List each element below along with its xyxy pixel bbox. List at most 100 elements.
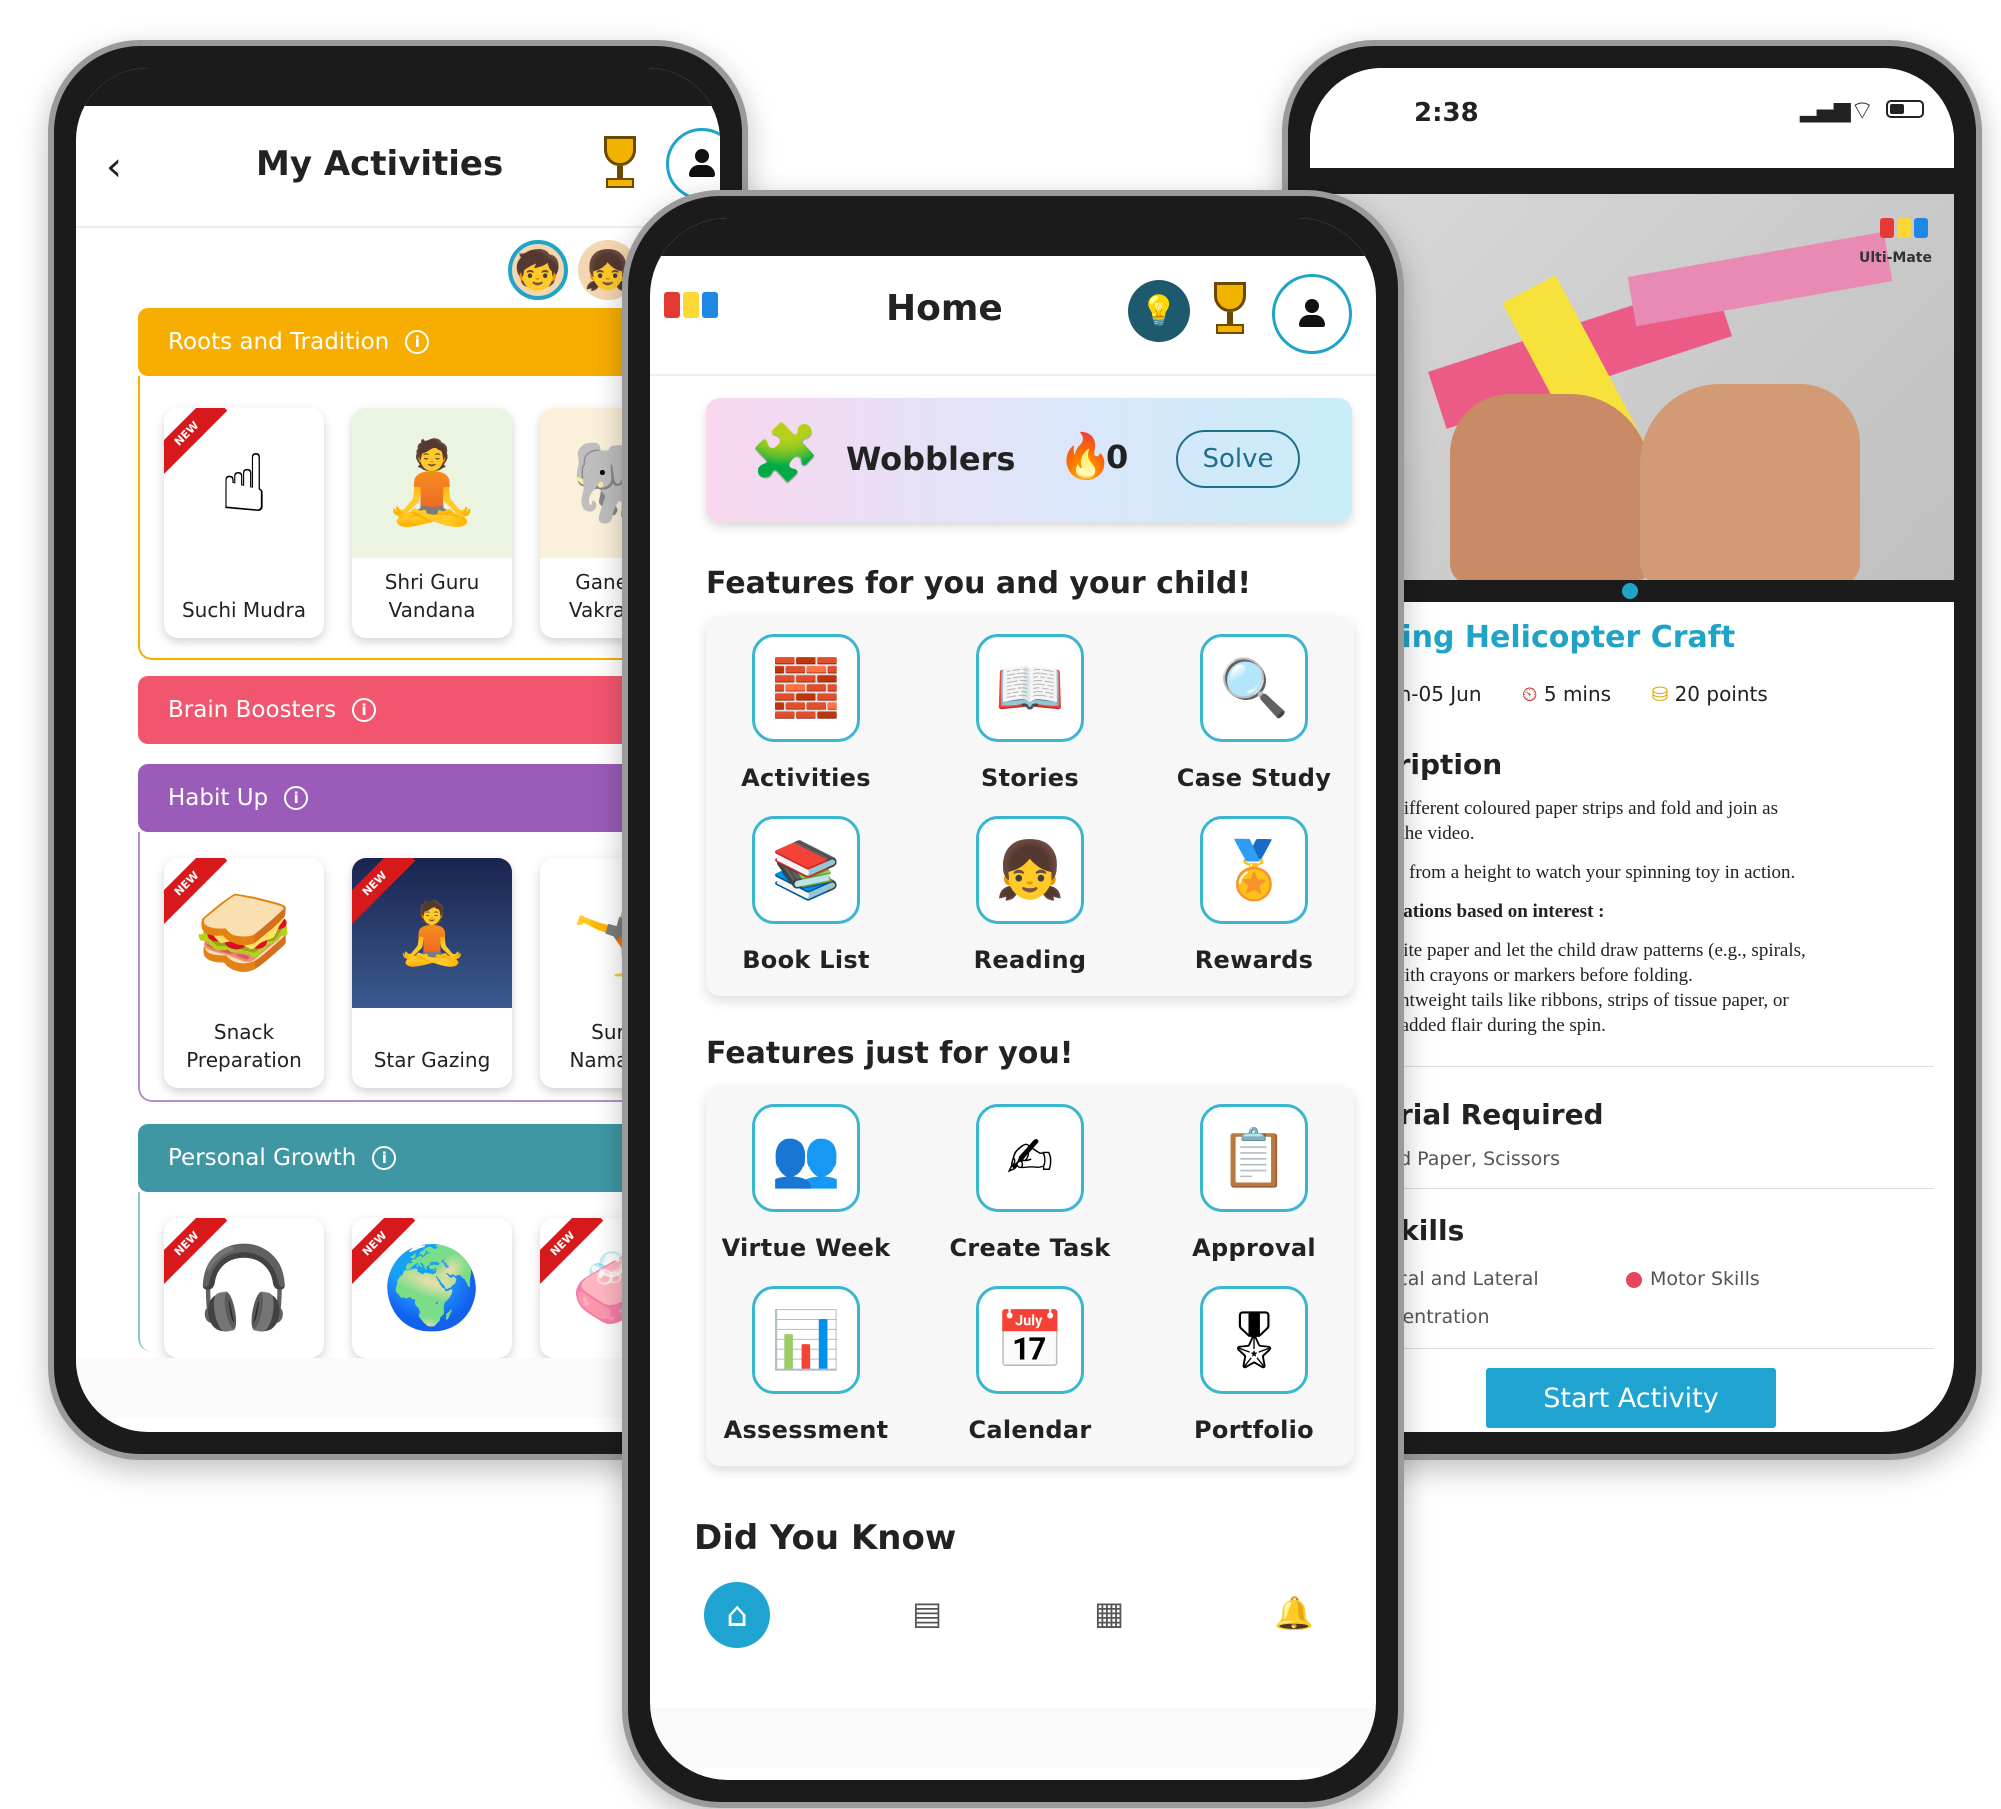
activity-card[interactable]: 🌍 NEW — [352, 1218, 512, 1358]
wobblers-title: Wobblers — [846, 440, 1016, 478]
material-heading: erial Required — [1380, 1098, 1604, 1131]
info-icon[interactable]: i — [405, 330, 430, 354]
section-title: Personal Growth — [168, 1145, 357, 1171]
features-both-heading: Features for you and your child! — [706, 566, 1252, 601]
user-icon — [1297, 299, 1327, 329]
streak-count: 0 — [1106, 438, 1129, 476]
feature-label: Approval — [1192, 1234, 1316, 1262]
bell-icon[interactable]: 🔔 — [1274, 1594, 1314, 1632]
document-search-icon: 🔍 — [1200, 634, 1308, 742]
feature-label: Case Study — [1176, 764, 1332, 792]
status-time: 2:38 — [1414, 98, 1479, 128]
wifi-icon: ⌔ — [1850, 96, 1875, 126]
card-label: Shri Guru Vandana — [384, 570, 480, 622]
medal-icon: 🏅 — [1200, 816, 1308, 924]
duration: 5 mins — [1543, 682, 1612, 706]
calendar-icon: 📅 — [976, 1286, 1084, 1394]
description-line: white paper and let the child draw patte… — [1380, 940, 1806, 961]
profile-button[interactable] — [666, 128, 720, 200]
description-line: ariations based on interest : — [1380, 901, 1605, 922]
section-title: Roots and Tradition — [168, 329, 390, 355]
idea-icon[interactable]: 💡 — [1128, 280, 1190, 342]
description-line: or added flair during the spin. — [1380, 1015, 1606, 1036]
trophy-icon[interactable] — [598, 136, 642, 192]
status-bar — [76, 68, 720, 106]
feature-approval[interactable]: 📋 Approval — [1154, 1104, 1354, 1262]
feature-create-task[interactable]: ✍ Create Task — [930, 1104, 1130, 1262]
description-text: 3 different coloured paper strips and fo… — [1380, 796, 1940, 1038]
feature-rewards[interactable]: 🏅 Rewards — [1154, 816, 1354, 974]
feature-label: Portfolio — [1194, 1416, 1314, 1444]
dashboard-icon[interactable]: ▦ — [1094, 1594, 1124, 1632]
back-icon[interactable]: ‹ — [106, 144, 122, 190]
ulti-mate-logo-icon — [1880, 218, 1928, 238]
group-chat-icon: 👥 — [752, 1104, 860, 1212]
card-label: Snack Preparation — [186, 1020, 302, 1072]
page-title: Home — [886, 288, 1003, 329]
battery-icon — [1886, 100, 1924, 118]
feature-case-study[interactable]: 🔍 Case Study — [1154, 634, 1354, 792]
child-avatar[interactable]: 🧒 — [508, 240, 568, 300]
features-you-panel: 👥 Virtue Week ✍ Create Task 📋 Approval 📊… — [706, 1086, 1354, 1466]
puzzle-icon: 🧩 — [750, 421, 820, 486]
system-nav-bar — [650, 1708, 1376, 1768]
activity-meta: Jun-05 Jun ⏲ 5 mins ⛁ 20 points — [1380, 682, 1768, 706]
material-text: red Paper, Scissors — [1380, 1148, 1560, 1170]
feature-label: Calendar — [968, 1416, 1092, 1444]
wobblers-card[interactable]: 🧩 Wobblers 🔥 0 Solve — [706, 398, 1352, 522]
home-icon[interactable]: ⌂ — [704, 1582, 770, 1648]
phone-home: Home 💡 🧩 Wobblers 🔥 0 Solve Features for… — [622, 190, 1404, 1808]
trophy-icon[interactable] — [1208, 282, 1252, 338]
description-line: 3 different coloured paper strips and fo… — [1380, 798, 1779, 819]
feature-virtue-week[interactable]: 👥 Virtue Week — [706, 1104, 906, 1262]
skill-dot-icon — [1626, 1272, 1642, 1288]
feature-stories[interactable]: 📖 Stories — [930, 634, 1130, 792]
description-line: in the video. — [1380, 823, 1475, 844]
activity-card[interactable]: 🧘 Shri Guru Vandana — [352, 408, 512, 638]
features-both-panel: 🧱 Activities 📖 Stories 🔍 Case Study 📚 Bo… — [706, 616, 1354, 996]
status-bar — [650, 218, 1376, 256]
start-activity-button[interactable]: Start Activity — [1486, 1368, 1776, 1428]
info-icon[interactable]: i — [352, 698, 377, 722]
info-icon[interactable]: i — [284, 786, 309, 810]
header: ‹ My Activities — [76, 106, 720, 226]
solve-button[interactable]: Solve — [1176, 430, 1300, 488]
feature-book-list[interactable]: 📚 Book List — [706, 816, 906, 974]
card-label: Star Gazing — [373, 1048, 491, 1072]
bottom-nav: ⌂ ▤ ▦ 🔔 — [650, 1570, 1376, 1670]
feature-label: Reading — [973, 946, 1087, 974]
status-bar: 2:38 ▂▄▆ ⌔ — [1310, 68, 1954, 168]
skill-item: Motor Skills — [1650, 1268, 1760, 1290]
info-icon[interactable]: i — [372, 1146, 397, 1170]
ulti-mate-logo-icon — [664, 292, 718, 318]
guru-icon: 🧘 — [352, 408, 512, 558]
clipboard-check-icon: 📋 — [1200, 1104, 1308, 1212]
news-icon[interactable]: ▤ — [912, 1594, 942, 1632]
feature-assessment[interactable]: 📊 Assessment — [706, 1286, 906, 1444]
feature-label: Activities — [741, 764, 871, 792]
pen-hand-icon: ✍ — [976, 1104, 1084, 1212]
activity-card[interactable]: 🧘 NEW Star Gazing — [352, 858, 512, 1088]
activity-card[interactable]: ☝ NEW Suchi Mudra — [164, 408, 324, 638]
feature-label: Virtue Week — [721, 1234, 891, 1262]
feature-activities[interactable]: 🧱 Activities — [706, 634, 906, 792]
activity-card[interactable]: 🥪 NEW Snack Preparation — [164, 858, 324, 1088]
reading-child-icon: 👧 — [976, 816, 1084, 924]
feature-reading[interactable]: 👧 Reading — [930, 816, 1130, 974]
profile-button[interactable] — [1272, 274, 1352, 354]
activity-card[interactable]: 🎧 NEW — [164, 1218, 324, 1358]
carousel-dot[interactable] — [1622, 583, 1638, 599]
blocks-icon: 🧱 — [752, 634, 860, 742]
section-title: Habit Up — [168, 785, 269, 811]
brand-logo: Ulti-Mate — [1858, 250, 1932, 266]
description-line: ) with crayons or markers before folding… — [1380, 965, 1693, 986]
feature-portfolio[interactable]: 🎖 Portfolio — [1154, 1286, 1354, 1444]
home-screen: Home 💡 🧩 Wobblers 🔥 0 Solve Features for… — [650, 218, 1376, 1780]
activity-video[interactable]: Ulti-Mate — [1310, 194, 1954, 580]
feature-label: Book List — [742, 946, 870, 974]
feature-calendar[interactable]: 📅 Calendar — [930, 1286, 1130, 1444]
book-open-icon: 📖 — [976, 634, 1084, 742]
coins-icon: ⛁ — [1651, 682, 1669, 706]
feature-label: Stories — [981, 764, 1079, 792]
feature-label: Create Task — [949, 1234, 1111, 1262]
